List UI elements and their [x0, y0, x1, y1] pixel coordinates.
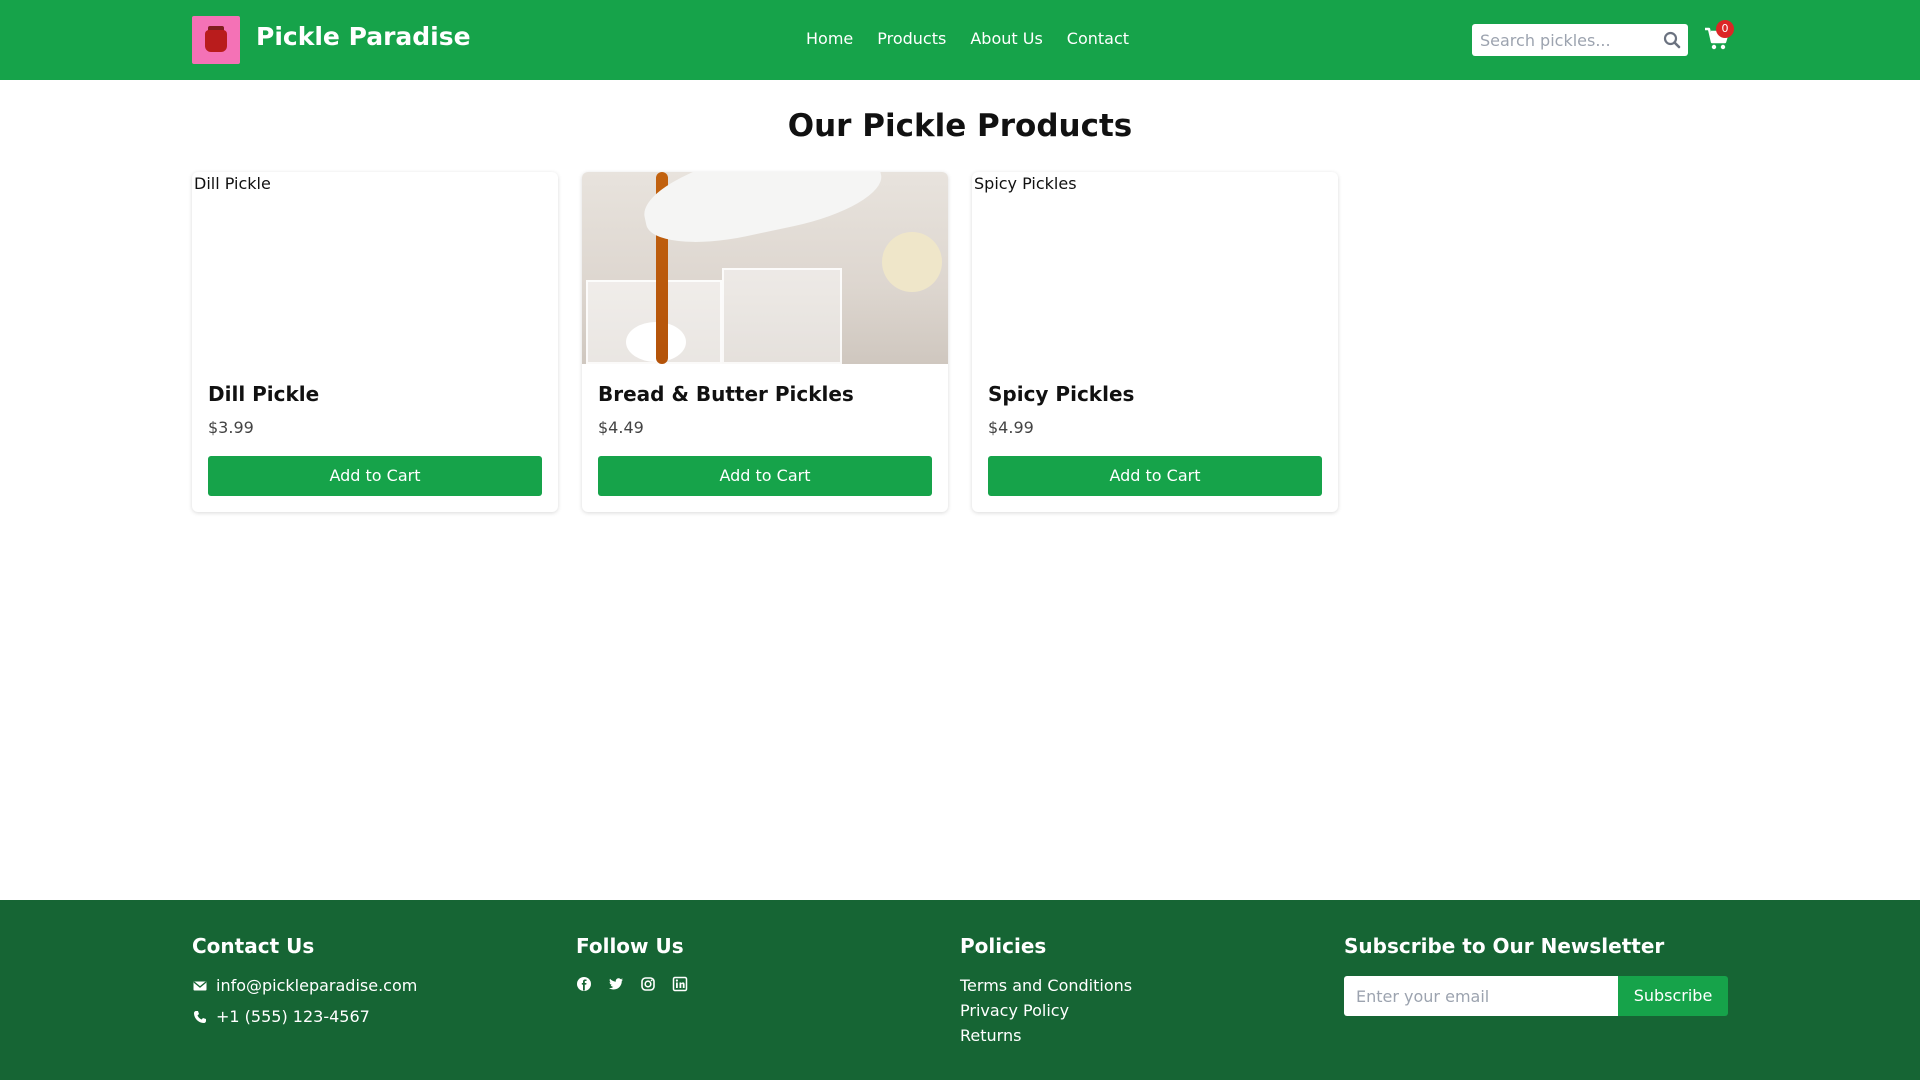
footer-newsletter: Subscribe to Our Newsletter Subscribe: [1344, 934, 1728, 1016]
nav-home[interactable]: Home: [806, 29, 853, 48]
site-header: Pickle Paradise Home Products About Us C…: [0, 0, 1920, 80]
footer-contact: Contact Us info@pickleparadise.com +1 (5…: [192, 934, 417, 1038]
footer-follow-title: Follow Us: [576, 934, 684, 958]
product-price: $4.99: [988, 418, 1034, 437]
photo-pitcher: [636, 172, 888, 257]
cart-count-badge: 0: [1716, 20, 1734, 38]
product-image[interactable]: Spicy Pickles: [972, 172, 1338, 364]
product-name: Spicy Pickles: [988, 382, 1135, 406]
envelope-icon: [193, 980, 207, 990]
instagram-icon[interactable]: [640, 976, 656, 992]
contact-phone[interactable]: +1 (555) 123-4567: [216, 1007, 370, 1026]
brand-name[interactable]: Pickle Paradise: [256, 22, 471, 51]
add-to-cart-button[interactable]: Add to Cart: [598, 456, 932, 496]
newsletter-email-input[interactable]: [1344, 976, 1618, 1016]
product-card: Dill Pickle Dill Pickle $3.99 Add to Car…: [192, 172, 558, 512]
search-input[interactable]: [1472, 24, 1652, 56]
product-image[interactable]: Dill Pickle: [192, 172, 558, 364]
product-name: Dill Pickle: [208, 382, 320, 406]
product-card: Spicy Pickles Spicy Pickles $4.99 Add to…: [972, 172, 1338, 512]
footer-contact-title: Contact Us: [192, 934, 315, 958]
phone-icon: [194, 1010, 206, 1023]
nav-contact[interactable]: Contact: [1067, 29, 1129, 48]
footer-follow: Follow Us: [576, 934, 688, 992]
social-links: [576, 976, 688, 992]
subscribe-button[interactable]: Subscribe: [1618, 976, 1728, 1016]
nav-about-us[interactable]: About Us: [970, 29, 1042, 48]
product-price: $4.49: [598, 418, 644, 437]
photo-flower: [882, 232, 942, 292]
newsletter-form: Subscribe: [1344, 976, 1728, 1016]
policy-link-returns[interactable]: Returns: [960, 1026, 1132, 1045]
product-price: $3.99: [208, 418, 254, 437]
linkedin-icon[interactable]: [672, 976, 688, 992]
add-to-cart-button[interactable]: Add to Cart: [208, 456, 542, 496]
footer-newsletter-title: Subscribe to Our Newsletter: [1344, 934, 1665, 958]
page-title: Our Pickle Products: [787, 108, 1133, 144]
search-icon[interactable]: [1662, 30, 1682, 50]
footer-policies-title: Policies: [960, 934, 1047, 958]
contact-phone-line: +1 (555) 123-4567: [192, 1007, 417, 1026]
policy-link-terms[interactable]: Terms and Conditions: [960, 976, 1132, 995]
product-card: Bread & Butter Pickles $4.49 Add to Cart: [582, 172, 948, 512]
logo-image[interactable]: [192, 16, 240, 64]
nav-products[interactable]: Products: [877, 29, 946, 48]
product-name: Bread & Butter Pickles: [598, 382, 854, 406]
main-nav: Home Products About Us Contact: [806, 29, 1129, 48]
contact-email-line: info@pickleparadise.com: [192, 976, 417, 995]
footer-policies: Policies Terms and Conditions Privacy Po…: [960, 934, 1132, 1051]
product-image[interactable]: [582, 172, 948, 364]
search-box: [1472, 24, 1688, 56]
photo-glass: [722, 268, 842, 364]
facebook-icon[interactable]: [576, 976, 592, 992]
add-to-cart-button[interactable]: Add to Cart: [988, 456, 1322, 496]
product-image-alt-text: Spicy Pickles: [974, 174, 1077, 193]
contact-email[interactable]: info@pickleparadise.com: [216, 976, 417, 995]
twitter-icon[interactable]: [608, 976, 624, 992]
policy-link-privacy[interactable]: Privacy Policy: [960, 1001, 1132, 1020]
logo-jar: [205, 30, 227, 52]
product-image-alt-text: Dill Pickle: [194, 174, 271, 193]
site-footer: Contact Us info@pickleparadise.com +1 (5…: [0, 900, 1920, 1080]
